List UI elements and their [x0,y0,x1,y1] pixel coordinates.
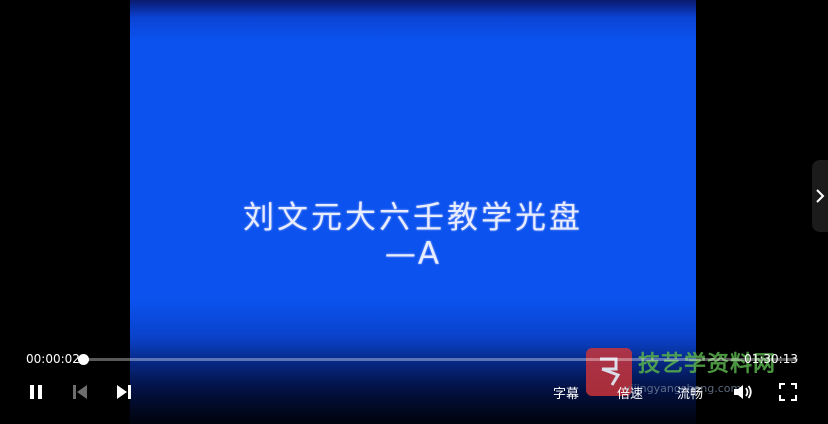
progress-handle[interactable] [77,354,89,365]
pause-button[interactable] [26,380,46,404]
pause-icon [30,385,42,399]
video-title-line2: —A [384,236,442,272]
fullscreen-button[interactable] [777,380,799,404]
video-title-line1: 刘文元大六壬教学光盘 [243,200,583,236]
next-page-arrow[interactable] [812,160,828,232]
quality-button[interactable]: 流畅 [677,383,703,402]
fullscreen-icon [779,383,797,401]
video-player[interactable]: 刘文元大六壬教学光盘 —A 技艺学资料网 yijingyangsheng.com… [0,0,828,424]
progress-bar[interactable] [82,358,798,361]
volume-button[interactable] [732,380,754,404]
chevron-right-icon [816,189,825,203]
total-time: 01:30:13 [744,352,798,366]
next-button[interactable] [114,380,134,404]
current-time: 00:00:02 [26,352,80,366]
next-icon [117,385,131,399]
previous-button[interactable] [70,380,90,404]
subtitle-button[interactable]: 字幕 [553,383,579,402]
volume-icon [734,385,752,399]
previous-icon [73,385,87,399]
speed-button[interactable]: 倍速 [617,383,643,402]
